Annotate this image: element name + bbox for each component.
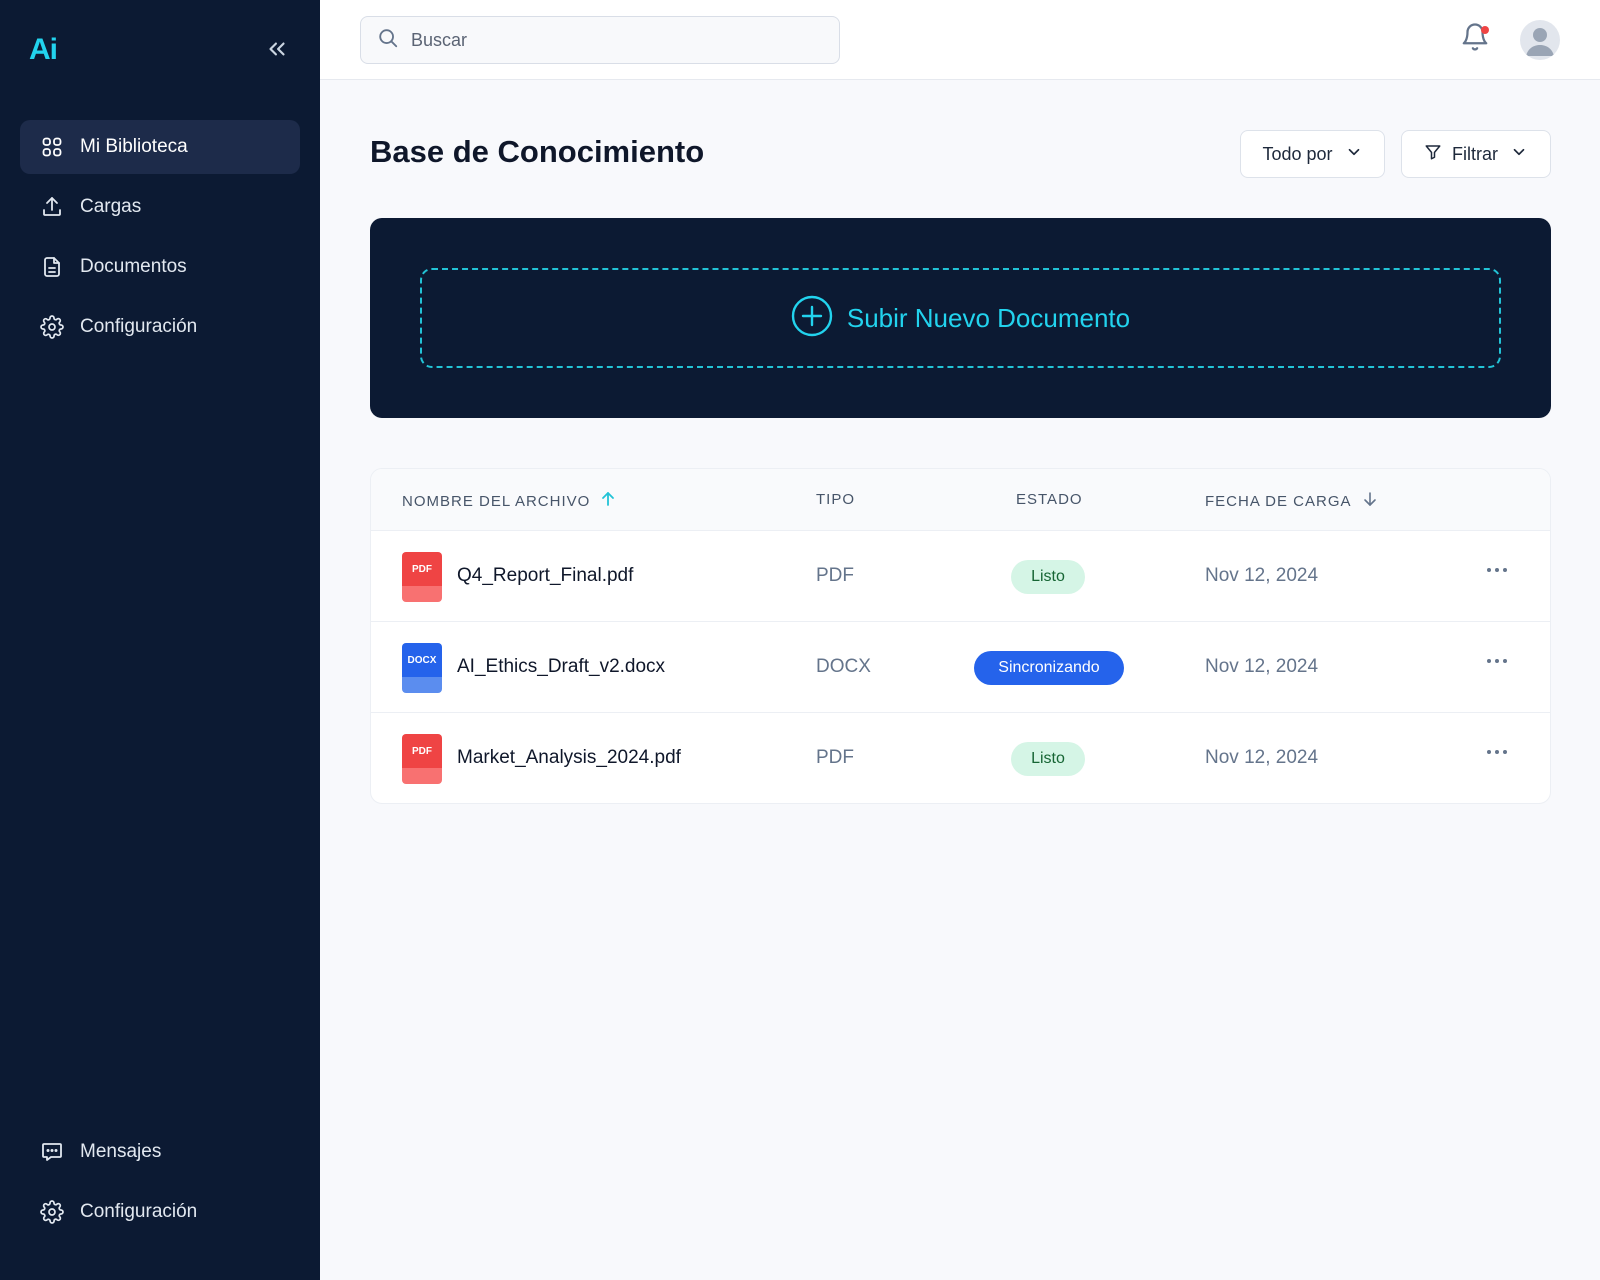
table-row[interactable]: PDF Q4_Report_Final.pdf PDF Listo Nov 12… xyxy=(371,531,1550,622)
sort-desc-arrow-icon xyxy=(1352,491,1378,511)
gear-icon xyxy=(40,1200,64,1224)
upload-date: Nov 12, 2024 xyxy=(1205,747,1319,768)
upload-label: Subir Nuevo Documento xyxy=(846,302,1131,333)
chevron-down-icon xyxy=(1345,143,1363,166)
file-icon-fold xyxy=(402,677,442,693)
collapse-sidebar-icon[interactable] xyxy=(264,36,290,62)
sidebar-item-label: Configuración xyxy=(80,316,198,337)
sidebar-item-label: Documentos xyxy=(80,256,187,277)
filter-label: Filtrar xyxy=(1452,143,1498,164)
message-icon xyxy=(40,1140,64,1164)
upload-panel: Subir Nuevo Documento xyxy=(370,218,1551,418)
sort-asc-arrow-icon xyxy=(590,491,616,511)
file-type: PDF xyxy=(816,747,854,768)
sort-dropdown-button[interactable]: Todo por xyxy=(1240,130,1385,178)
more-options-icon[interactable] xyxy=(1483,654,1511,672)
status-badge: Sincronizando xyxy=(974,651,1124,685)
gear-icon xyxy=(40,315,64,339)
notification-bell-icon[interactable] xyxy=(1460,22,1494,56)
table-header: NOMBRE DEL ARCHIVO TIPO ESTADO FECHA DE … xyxy=(371,469,1550,531)
column-header-label: TIPO xyxy=(816,491,856,508)
upload-date: Nov 12, 2024 xyxy=(1205,565,1319,586)
table-row[interactable]: DOCX AI_Ethics_Draft_v2.docx DOCX Sincro… xyxy=(371,622,1550,713)
file-icon-label: PDF xyxy=(402,552,442,586)
top-bar xyxy=(320,0,1600,80)
funnel-icon xyxy=(1424,143,1442,166)
chevron-down-icon xyxy=(1510,143,1528,166)
file-type: PDF xyxy=(816,565,854,586)
sidebar-item-label: Mi Biblioteca xyxy=(80,136,188,157)
search-box[interactable] xyxy=(360,16,840,64)
grid-icon xyxy=(40,135,64,159)
file-name[interactable]: Q4_Report_Final.pdf xyxy=(457,565,633,587)
docx-file-icon: DOCX xyxy=(402,643,442,693)
status-badge: Listo xyxy=(1011,560,1085,594)
upload-dropzone[interactable]: Subir Nuevo Documento xyxy=(420,268,1501,368)
sidebar-item-cargas[interactable]: Cargas xyxy=(20,180,300,234)
column-header-label: FECHA DE CARGA xyxy=(1205,492,1352,510)
sidebar-item-label: Cargas xyxy=(80,196,142,217)
sidebar-bottom-nav: Mensajes Configuración xyxy=(20,1125,300,1245)
more-options-icon[interactable] xyxy=(1483,745,1511,763)
search-icon xyxy=(377,27,411,54)
sidebar-item-label: Mensajes xyxy=(80,1141,162,1162)
file-icon-fold xyxy=(402,586,442,602)
file-name[interactable]: Market_Analysis_2024.pdf xyxy=(457,747,681,769)
column-header-label: ESTADO xyxy=(1016,491,1083,508)
sort-label: Todo por xyxy=(1262,143,1333,164)
column-header-label: NOMBRE DEL ARCHIVO xyxy=(402,492,591,510)
add-circle-icon xyxy=(791,295,847,342)
document-icon xyxy=(40,255,64,279)
upload-date: Nov 12, 2024 xyxy=(1205,656,1319,677)
sidebar-item-configuracion-bottom[interactable]: Configuración xyxy=(20,1185,300,1239)
app-logo[interactable]: Ai xyxy=(29,33,58,67)
file-icon-label: PDF xyxy=(402,734,442,768)
sidebar-nav: Mi Biblioteca Cargas Documentos Configur… xyxy=(20,120,300,360)
column-header-type[interactable]: TIPO xyxy=(816,491,855,508)
table-row[interactable]: PDF Market_Analysis_2024.pdf PDF Listo N… xyxy=(371,713,1550,803)
column-header-name[interactable]: NOMBRE DEL ARCHIVO xyxy=(402,491,616,511)
file-icon-fold xyxy=(402,768,442,784)
sidebar-item-label: Configuración xyxy=(80,1201,198,1222)
pdf-file-icon: PDF xyxy=(402,734,442,784)
file-icon-label: DOCX xyxy=(402,643,442,677)
more-options-icon[interactable] xyxy=(1483,563,1511,581)
user-avatar-icon[interactable] xyxy=(1520,20,1560,60)
sidebar-item-documentos[interactable]: Documentos xyxy=(20,240,300,294)
file-name[interactable]: AI_Ethics_Draft_v2.docx xyxy=(457,656,665,678)
pdf-file-icon: PDF xyxy=(402,552,442,602)
filter-dropdown-button[interactable]: Filtrar xyxy=(1401,130,1551,178)
search-input[interactable] xyxy=(411,29,811,51)
sidebar: Ai Mi Biblioteca Cargas Documentos Confi… xyxy=(0,0,320,1280)
notification-dot xyxy=(1481,26,1489,34)
page-title: Base de Conocimiento xyxy=(370,134,705,169)
column-header-status[interactable]: ESTADO xyxy=(1016,491,1083,508)
sidebar-item-mensajes[interactable]: Mensajes xyxy=(20,1125,300,1179)
file-type: DOCX xyxy=(816,656,871,677)
status-badge: Listo xyxy=(1011,742,1085,776)
upload-icon xyxy=(40,195,64,219)
column-header-date[interactable]: FECHA DE CARGA xyxy=(1205,491,1378,511)
sidebar-item-mi-biblioteca[interactable]: Mi Biblioteca xyxy=(20,120,300,174)
documents-table: NOMBRE DEL ARCHIVO TIPO ESTADO FECHA DE … xyxy=(370,468,1551,804)
sidebar-item-configuracion[interactable]: Configuración xyxy=(20,300,300,354)
